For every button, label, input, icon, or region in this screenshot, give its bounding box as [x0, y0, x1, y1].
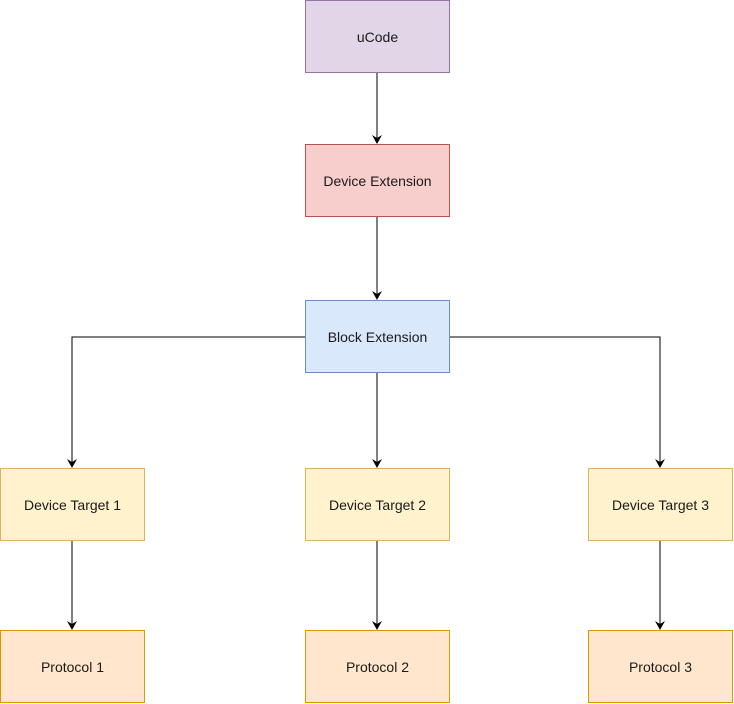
node-label: Device Extension — [323, 172, 432, 189]
node-device-target-3[interactable]: Device Target 3 — [588, 468, 733, 541]
node-label: uCode — [356, 28, 399, 45]
node-device-target-2[interactable]: Device Target 2 — [305, 468, 450, 541]
node-protocol-1[interactable]: Protocol 1 — [0, 630, 145, 703]
node-label: Block Extension — [327, 328, 428, 345]
edge-block-extension-to-device-target-1 — [67, 336, 305, 468]
edge-block-extension-to-device-target-3 — [450, 336, 665, 468]
node-label: Device Target 2 — [328, 496, 426, 513]
node-label: Protocol 3 — [628, 658, 693, 675]
node-device-target-1[interactable]: Device Target 1 — [0, 468, 145, 541]
node-protocol-3[interactable]: Protocol 3 — [588, 630, 733, 703]
node-label: Device Target 1 — [23, 496, 121, 513]
node-ucode[interactable]: uCode — [305, 0, 450, 73]
node-block-extension[interactable]: Block Extension — [305, 300, 450, 373]
node-label: Protocol 2 — [345, 658, 410, 675]
node-protocol-2[interactable]: Protocol 2 — [305, 630, 450, 703]
node-label: Device Target 3 — [611, 496, 709, 513]
node-label: Protocol 1 — [40, 658, 105, 675]
node-device-extension[interactable]: Device Extension — [305, 144, 450, 217]
